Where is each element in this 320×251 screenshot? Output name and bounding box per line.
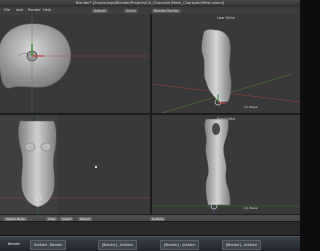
horizontal-splitter[interactable] — [0, 113, 300, 115]
viewport-top-right[interactable]: User Ortho (1) Plane — [152, 14, 300, 113]
taskbar-item[interactable]: [Blender] - Untitled — [98, 240, 137, 250]
object-menu[interactable]: Object — [78, 216, 92, 221]
timeline-panel[interactable] — [0, 221, 300, 235]
taskbar-item[interactable]: Untitled - Blender — [30, 240, 67, 250]
select-menu[interactable]: Select — [60, 216, 74, 221]
render-engine-field[interactable]: Blender Render — [152, 8, 181, 13]
window-title: Blender* [/home/rego/Blender/Projects/Ch… — [75, 1, 225, 5]
torso-user-ortho-mesh — [152, 29, 300, 113]
view-menu[interactable]: View — [46, 216, 58, 221]
menu-file[interactable]: File — [4, 7, 10, 14]
viewport-top-left[interactable] — [0, 14, 150, 113]
mode-select[interactable]: Object Mode — [4, 216, 27, 221]
viewport-bottom-left[interactable] — [0, 115, 150, 214]
torso-right-ortho-mesh — [152, 115, 300, 214]
menu-help[interactable]: Help — [43, 7, 51, 14]
window-title-bar: Blender* [/home/rego/Blender/Projects/Ch… — [0, 0, 300, 7]
scene-field[interactable]: Scene — [124, 8, 138, 13]
os-taskbar: Blender Untitled - Blender [Blender] - U… — [0, 236, 300, 251]
screen-layout-field[interactable]: Default — [92, 8, 108, 13]
object-label: (1) Plane — [244, 105, 258, 109]
object-label: (1) Plane — [244, 206, 258, 210]
taskbar-item[interactable]: [Blender] - Untitled — [160, 240, 199, 250]
start-button[interactable]: Blender — [2, 239, 26, 249]
viewport-bottom-right[interactable]: Right Ortho (1) Plane — [152, 115, 300, 214]
menu-add[interactable]: Add — [16, 7, 23, 14]
menu-render[interactable]: Render — [28, 7, 41, 14]
torso-top-view-mesh — [0, 14, 150, 113]
pivot-select[interactable]: Surface — [150, 216, 166, 221]
taskbar-item[interactable]: [Blender] - Untitled — [222, 240, 261, 250]
torso-front-view-mesh — [0, 115, 150, 214]
